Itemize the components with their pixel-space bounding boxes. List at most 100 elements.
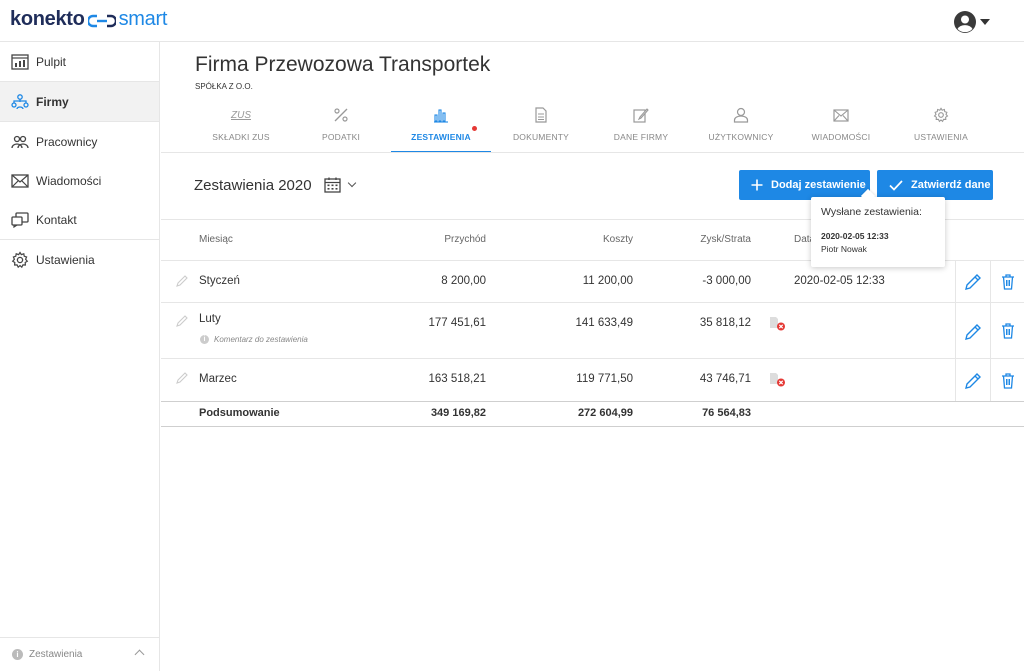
- summary-income: 349 169,82: [430, 407, 486, 419]
- tab-bar: ZUS SKŁADKI ZUS PODATKI ZESTAWIENIA DOKU…: [191, 102, 991, 153]
- comment-pencil-icon[interactable]: [175, 274, 189, 288]
- document-not-sent-icon[interactable]: [769, 316, 787, 332]
- tooltip-user: Piotr Nowak: [821, 244, 867, 254]
- logo-text-smart: smart: [118, 8, 168, 30]
- chevron-down-icon: [980, 19, 990, 25]
- document-icon: [491, 104, 591, 126]
- page-title: Firma Przewozowa Transportek: [195, 53, 491, 76]
- sidebar: Pulpit Firmy Pracownicy Wiadomości Konta…: [0, 42, 160, 671]
- tab-wiadomosci[interactable]: WIADOMOŚCI: [791, 102, 891, 153]
- sidebar-item-label: Firmy: [36, 94, 69, 109]
- chevron-up-icon[interactable]: [134, 649, 145, 660]
- confirm-data-label: Zatwierdź dane: [911, 179, 991, 191]
- add-report-label: Dodaj zestawienie: [771, 179, 866, 191]
- column-header-income[interactable]: Przychód: [406, 234, 486, 245]
- trash-icon[interactable]: [999, 322, 1017, 340]
- gear-icon: [10, 250, 30, 270]
- row-comment: i Komentarz do zestawienia: [200, 335, 308, 344]
- cell-date: 2020-02-05 12:33: [794, 275, 885, 287]
- tab-label: DOKUMENTY: [512, 132, 570, 142]
- sidebar-item-label: Pracownicy: [36, 134, 98, 149]
- cell-month: Styczeń: [199, 275, 240, 287]
- tab-label: SKŁADKI ZUS: [212, 132, 270, 142]
- sidebar-item-pulpit[interactable]: Pulpit: [0, 42, 159, 81]
- comment-pencil-icon[interactable]: [175, 371, 189, 385]
- contact-icon: [10, 210, 30, 230]
- add-report-button[interactable]: Dodaj zestawienie: [739, 170, 870, 200]
- cell-costs: 141 633,49: [575, 317, 633, 329]
- row-divider: [161, 302, 1024, 303]
- cell-profit: -3 000,00: [702, 275, 751, 287]
- tooltip-date: 2020-02-05 12:33: [821, 231, 889, 241]
- gear-icon: [891, 104, 991, 126]
- employees-icon: [10, 132, 30, 152]
- edit-icon: [591, 104, 691, 126]
- sidebar-item-firmy[interactable]: Firmy: [0, 82, 159, 121]
- sidebar-item-kontakt[interactable]: Kontakt: [0, 200, 159, 239]
- comment-pencil-icon[interactable]: [175, 314, 189, 328]
- tooltip-title: Wysłane zestawienia:: [821, 206, 922, 218]
- table-bottom-divider: [161, 426, 1024, 427]
- envelope-icon: [10, 171, 30, 191]
- cell-profit: 43 746,71: [699, 373, 751, 385]
- check-icon: [889, 179, 903, 191]
- sidebar-item-pracownicy[interactable]: Pracownicy: [0, 122, 159, 161]
- tab-label: WIADOMOŚCI: [811, 132, 871, 142]
- app-logo[interactable]: konekto smart: [10, 8, 167, 31]
- user-icon: [691, 104, 791, 126]
- tab-dane-firmy[interactable]: DANE FIRMY: [591, 102, 691, 153]
- tab-uzytkownicy[interactable]: UŻYTKOWNICY: [691, 102, 791, 153]
- chevron-down-icon: [347, 178, 357, 188]
- info-icon: i: [12, 649, 23, 660]
- sidebar-item-label: Pulpit: [36, 54, 67, 69]
- edit-pencil-icon[interactable]: [964, 273, 982, 291]
- tab-zestawienia[interactable]: ZESTAWIENIA: [391, 102, 491, 153]
- sidebar-footer-label: Zestawienia: [29, 649, 83, 660]
- companies-icon: [10, 92, 30, 112]
- sidebar-item-label: Ustawienia: [36, 252, 95, 267]
- bar-chart-icon: [391, 104, 491, 126]
- tab-label: PODATKI: [321, 132, 361, 142]
- row-comment-text: Komentarz do zestawienia: [214, 335, 308, 344]
- zus-icon: ZUS: [191, 104, 291, 126]
- year-picker[interactable]: [324, 177, 357, 193]
- dashboard-icon: [10, 52, 30, 72]
- sidebar-item-wiadomosci[interactable]: Wiadomości: [0, 161, 159, 200]
- user-menu[interactable]: [953, 10, 990, 34]
- row-divider: [161, 401, 1024, 402]
- sidebar-item-label: Wiadomości: [36, 173, 102, 188]
- main-content: Firma Przewozowa Transportek SPÓŁKA Z O.…: [161, 42, 1024, 671]
- cell-month: Marzec: [199, 373, 237, 385]
- confirm-data-button[interactable]: Zatwierdź dane: [877, 170, 993, 200]
- sidebar-footer[interactable]: i Zestawienia: [0, 637, 159, 671]
- document-not-sent-icon[interactable]: [769, 372, 787, 388]
- trash-icon[interactable]: [999, 372, 1017, 390]
- cell-income: 177 451,61: [428, 317, 486, 329]
- sent-reports-tooltip: Wysłane zestawienia: 2020-02-05 12:33 Pi…: [811, 197, 945, 267]
- trash-icon[interactable]: [999, 273, 1017, 291]
- percent-icon: [291, 104, 391, 126]
- top-bar: konekto smart: [0, 0, 1024, 42]
- action-column-divider: [955, 261, 956, 401]
- column-header-profit[interactable]: Zysk/Strata: [671, 234, 751, 245]
- action-column-divider: [990, 261, 991, 401]
- sidebar-item-label: Kontakt: [36, 212, 77, 227]
- tab-ustawienia[interactable]: USTAWIENIA: [891, 102, 991, 153]
- envelope-icon: [791, 104, 891, 126]
- cell-profit: 35 818,12: [699, 317, 751, 329]
- company-subtitle: SPÓŁKA Z O.O.: [195, 82, 253, 91]
- sidebar-item-ustawienia[interactable]: Ustawienia: [0, 240, 159, 279]
- tab-label: UŻYTKOWNICY: [708, 132, 774, 142]
- cell-costs: 119 771,50: [576, 373, 633, 385]
- logo-text-konekto: konekto: [10, 8, 85, 30]
- tab-podatki[interactable]: PODATKI: [291, 102, 391, 153]
- column-header-costs[interactable]: Koszty: [553, 234, 633, 245]
- info-icon: i: [200, 335, 209, 344]
- calendar-icon: [324, 177, 341, 193]
- column-header-month: Miesiąc: [199, 234, 233, 245]
- summary-label: Podsumowanie: [199, 407, 280, 419]
- edit-pencil-icon[interactable]: [964, 372, 982, 390]
- tab-skladki-zus[interactable]: ZUS SKŁADKI ZUS: [191, 102, 291, 153]
- tab-dokumenty[interactable]: DOKUMENTY: [491, 102, 591, 153]
- edit-pencil-icon[interactable]: [964, 323, 982, 341]
